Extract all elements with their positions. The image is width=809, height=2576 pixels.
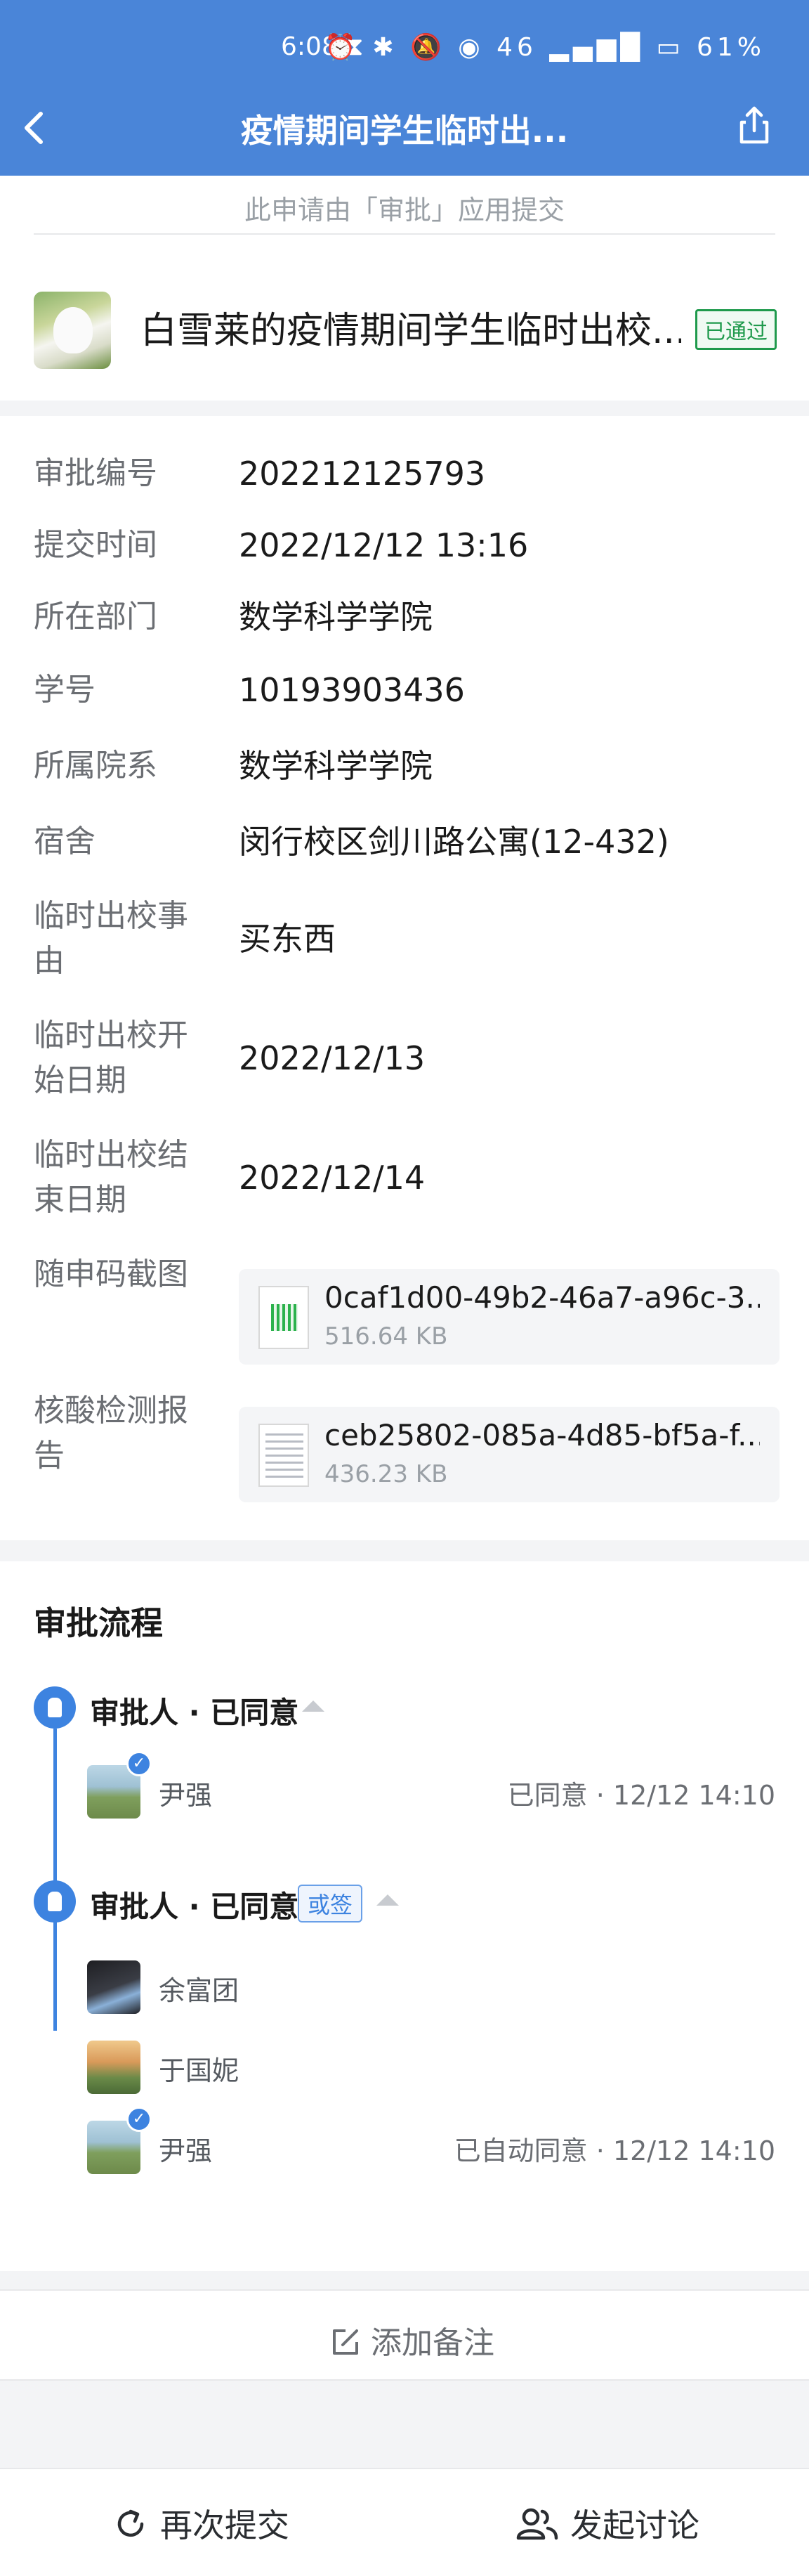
back-arrow-icon[interactable]	[15, 107, 58, 149]
add-note-button[interactable]: 添加备注	[0, 2289, 809, 2381]
field-label-line: 始日期	[34, 1062, 126, 1098]
field-value: 买东西	[239, 920, 336, 958]
field-label-line: 核酸检测报	[34, 1393, 188, 1429]
status-badge: 已通过	[695, 309, 777, 350]
attachment-size: 516.64 KB	[324, 1322, 448, 1351]
refresh-icon	[117, 2509, 144, 2537]
approver-name: 尹强	[159, 2135, 213, 2166]
field-value: 2022/12/13	[239, 1039, 426, 1077]
source-note: 此申请由「审批」应用提交	[244, 195, 565, 226]
field-value: 闵行校区剑川路公寓(12-432)	[239, 823, 669, 861]
resubmit-label: 再次提交	[160, 2506, 289, 2544]
field-label: 所在部门	[34, 599, 157, 635]
field-value: 数学科学学院	[239, 747, 433, 785]
attachment-size: 436.23 KB	[324, 1460, 448, 1488]
attachment-card[interactable]: 0caf1d00-49b2-46a7-a96c-3... 516.64 KB	[239, 1269, 780, 1365]
share-icon[interactable]	[733, 104, 775, 146]
field-label-line: 束日期	[34, 1182, 126, 1218]
field-label: 随申码截图	[34, 1256, 188, 1292]
approver-status: 已同意 · 12/12 14:10	[507, 1780, 775, 1811]
nav-bar: 疫情期间学生临时出...	[0, 98, 809, 162]
approver-stamp-icon	[34, 1686, 76, 1729]
field-value: 2022/12/12 13:16	[239, 526, 529, 564]
app-header: 6:08 ⧗ ⏰ ✱ 🔕 ◉ 46 ▂▄▆█ ▭ 61% 疫情期间学生临时出..…	[0, 0, 809, 176]
image-thumbnail	[258, 1286, 309, 1349]
approval-title: 白雪莱的疫情期间学生临时出校...	[140, 310, 681, 352]
status-icons: ⏰ ✱ 🔕 ◉ 46 ▂▄▆█ ▭ 61%	[324, 33, 765, 62]
field-label: 宿舍	[34, 824, 96, 859]
field-label: 临时出校结 束日期	[34, 1133, 209, 1223]
field-label-line: 临时出校结	[34, 1137, 188, 1173]
field-label: 核酸检测报 告	[34, 1388, 209, 1478]
field-label: 所属院系	[34, 748, 157, 783]
form-details: 审批编号 202212125793 提交时间 2022/12/12 13:16 …	[0, 416, 809, 1540]
applicant-avatar	[34, 292, 111, 369]
section-title: 审批流程	[34, 1604, 163, 1642]
or-sign-tag: 或签	[298, 1885, 363, 1923]
attachment-name: ceb25802-085a-4d85-bf5a-f...	[324, 1418, 760, 1452]
approval-flow: 审批流程 审批人 · 已同意 ✓ 尹强 已同意 · 12/12 14:10 审批…	[0, 1561, 809, 2271]
field-label: 审批编号	[34, 455, 157, 491]
field-label: 提交时间	[34, 527, 157, 563]
edit-icon	[333, 2329, 358, 2355]
discuss-label: 发起讨论	[570, 2506, 699, 2544]
field-value: 2022/12/14	[239, 1159, 426, 1197]
flow-connector	[53, 1729, 57, 2031]
image-thumbnail	[258, 1424, 309, 1487]
field-label: 临时出校开 始日期	[34, 1013, 209, 1103]
check-icon: ✓	[126, 1751, 152, 1776]
collapse-caret-icon[interactable]	[376, 1894, 399, 1906]
field-label: 学号	[34, 672, 96, 708]
add-note-content: 添加备注	[330, 2317, 494, 2362]
approval-summary: 此申请由「审批」应用提交 白雪莱的疫情期间学生临时出校... 已通过	[0, 176, 809, 401]
divider	[34, 233, 775, 235]
approver-name: 于国妮	[159, 2055, 239, 2086]
field-value: 10193903436	[239, 671, 465, 709]
field-value: 数学科学学院	[239, 598, 433, 636]
check-icon: ✓	[126, 2107, 152, 2132]
add-note-label: 添加备注	[371, 2325, 494, 2361]
attachment-name: 0caf1d00-49b2-46a7-a96c-3...	[324, 1280, 760, 1315]
field-label-line: 由	[34, 943, 65, 979]
group-discussion-icon	[516, 2508, 558, 2540]
discuss-button[interactable]: 发起讨论	[515, 2500, 699, 2546]
field-label: 临时出校事 由	[34, 894, 209, 984]
status-bar: 6:08 ⧗ ⏰ ✱ 🔕 ◉ 46 ▂▄▆█ ▭ 61%	[0, 27, 809, 69]
field-label-line: 临时出校事	[34, 898, 188, 934]
field-label-line: 临时出校开	[34, 1017, 188, 1053]
approver-status: 已自动同意 · 12/12 14:10	[454, 2135, 775, 2166]
step-title: 审批人 · 已同意	[90, 1889, 299, 1924]
field-value: 202212125793	[239, 455, 486, 493]
bottom-action-bar: 再次提交 发起讨论	[0, 2468, 809, 2576]
attachment-card[interactable]: ceb25802-085a-4d85-bf5a-f... 436.23 KB	[239, 1407, 780, 1502]
page-title: 疫情期间学生临时出...	[240, 112, 569, 150]
step-title: 审批人 · 已同意	[90, 1696, 299, 1730]
avatar	[87, 2041, 140, 2094]
avatar	[87, 1960, 140, 2014]
approver-stamp-icon	[34, 1880, 76, 1923]
collapse-caret-icon[interactable]	[302, 1700, 324, 1712]
approver-name: 尹强	[159, 1780, 213, 1811]
field-label-line: 告	[34, 1438, 65, 1474]
resubmit-button[interactable]: 再次提交	[112, 2500, 289, 2546]
approver-name: 余富团	[159, 1975, 239, 2006]
